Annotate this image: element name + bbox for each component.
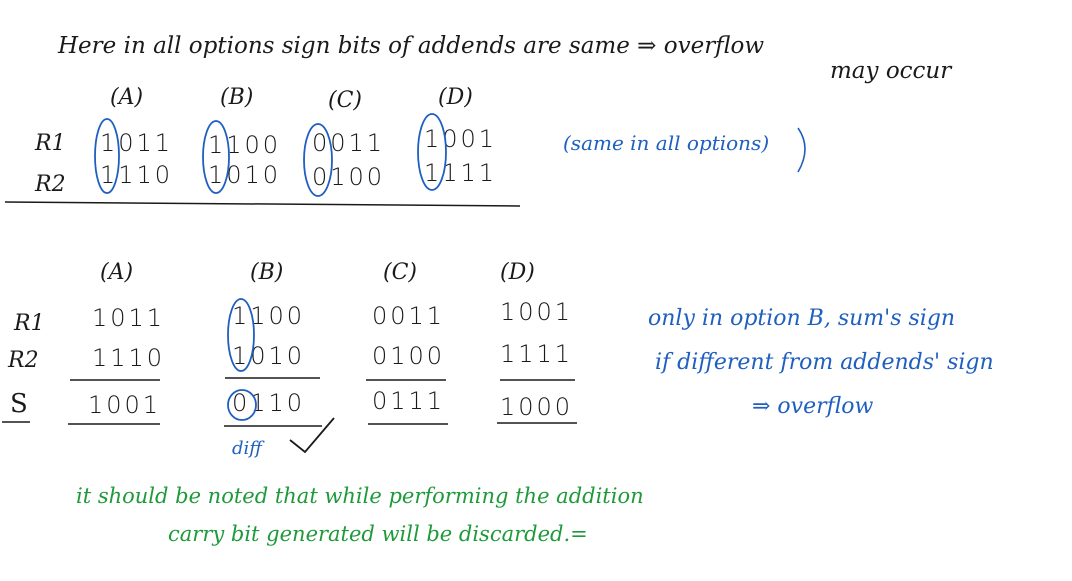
circle-b-addends: [227, 298, 255, 372]
circle-sign-d: [417, 113, 447, 191]
top-underline: [4, 201, 521, 207]
check-mark: [289, 417, 335, 454]
circle-sign-a: [94, 118, 120, 194]
annotation-strokes: [2, 113, 806, 454]
circle-sign-b: [202, 120, 230, 194]
circle-sign-c: [303, 123, 333, 197]
circle-b-sum: [227, 389, 257, 421]
note-paren: [797, 127, 806, 173]
